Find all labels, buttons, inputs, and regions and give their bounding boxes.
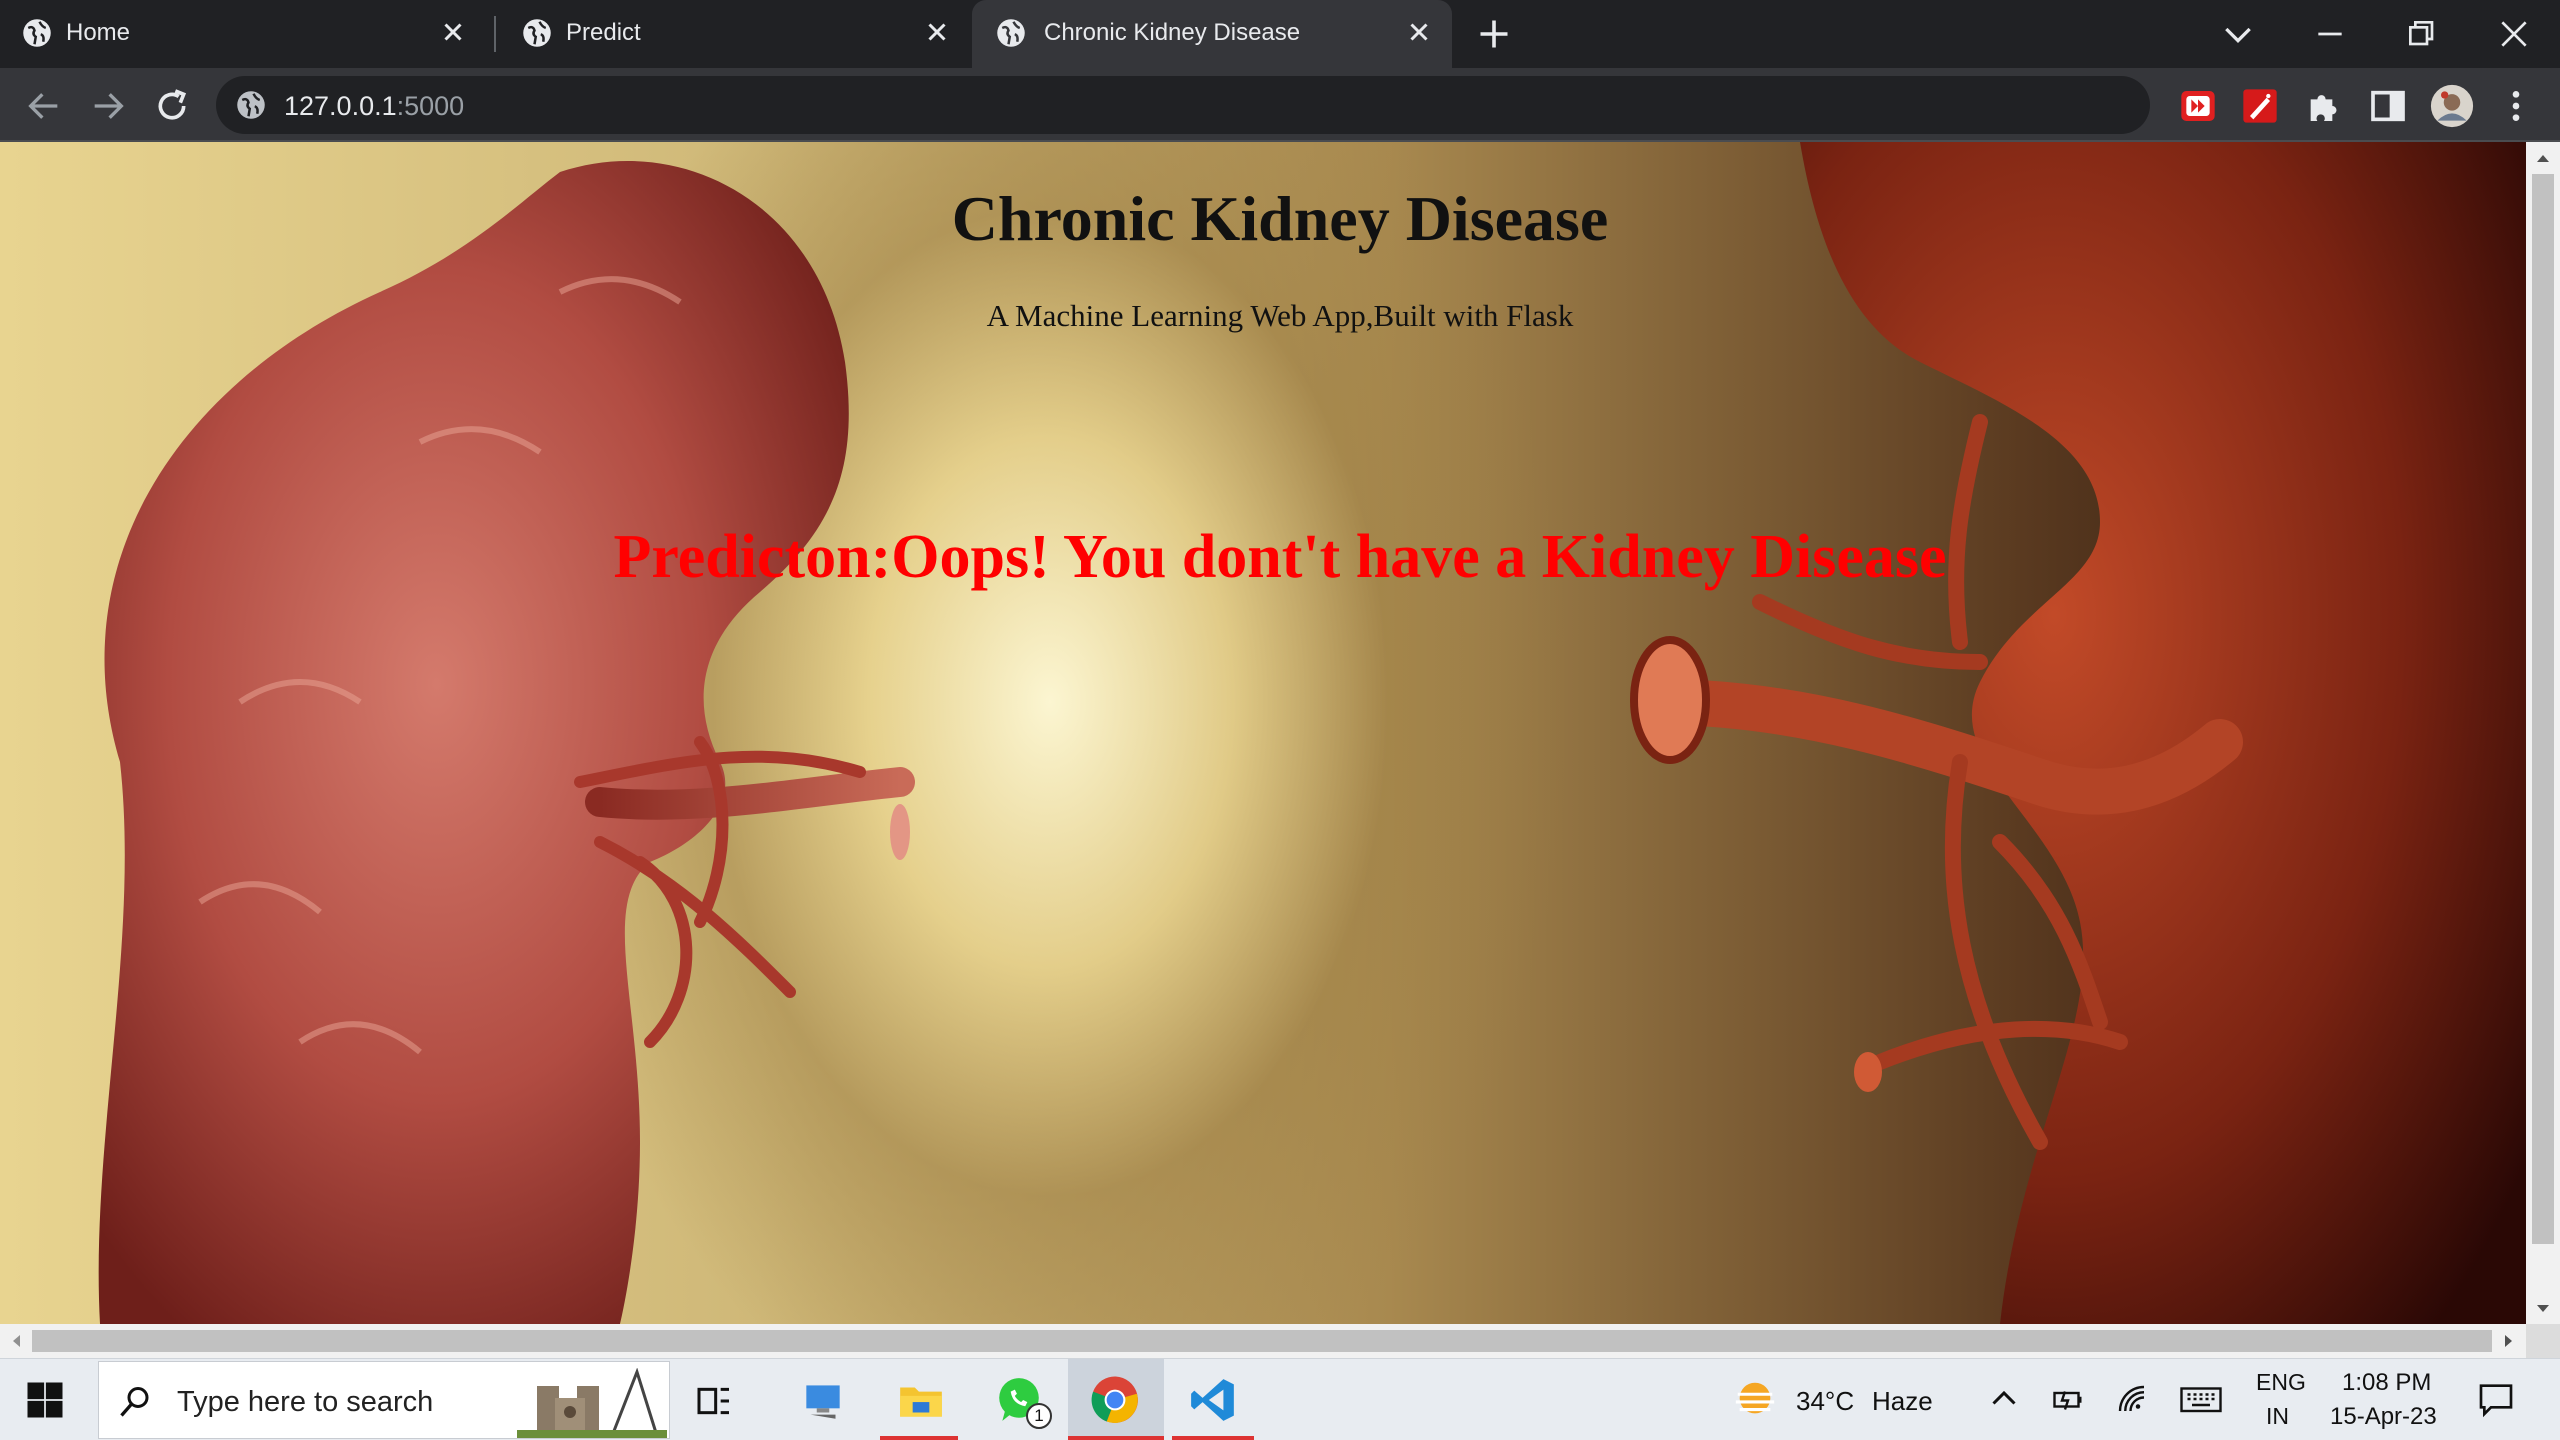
battery-charging-icon[interactable] <box>2050 1381 2086 1417</box>
close-tab-icon[interactable] <box>1404 17 1434 47</box>
wifi-icon[interactable] <box>2114 1381 2150 1417</box>
clock-time[interactable]: 1:08 PM <box>2342 1369 2431 1397</box>
haze-weather-icon[interactable] <box>1732 1377 1778 1423</box>
globe-icon <box>523 19 551 47</box>
show-hidden-icons-chevron-icon[interactable] <box>1986 1381 2022 1417</box>
horizontal-scroll-thumb[interactable] <box>32 1330 2492 1352</box>
scroll-right-arrow-icon[interactable] <box>2496 1329 2520 1353</box>
side-panel-icon[interactable] <box>2368 86 2408 126</box>
input-language-line2[interactable]: IN <box>2266 1403 2289 1430</box>
red-pen-extension-icon[interactable] <box>2240 86 2280 126</box>
page-subtitle: A Machine Learning Web App,Built with Fl… <box>986 298 1574 333</box>
chrome-running-indicator <box>1068 1436 1164 1440</box>
reload-icon[interactable] <box>152 86 192 126</box>
restore-icon[interactable] <box>2402 14 2442 54</box>
windows-start-icon[interactable] <box>24 1379 66 1421</box>
address-bar[interactable]: 127.0.0.1:5000 <box>216 76 2150 134</box>
new-tab-icon[interactable] <box>1476 16 1512 52</box>
vertical-scroll-thumb[interactable] <box>2532 174 2554 1244</box>
horizontal-scrollbar[interactable] <box>0 1324 2526 1358</box>
search-placeholder: Type here to search <box>177 1386 434 1418</box>
prediction-result: Predicton:Oops! You dont't have a Kidney… <box>613 523 1947 591</box>
clock-date[interactable]: 15-Apr-23 <box>2330 1403 2437 1431</box>
forward-arrow-icon[interactable] <box>88 86 128 126</box>
red-forward-extension-icon[interactable] <box>2178 86 2218 126</box>
kebab-menu-icon[interactable] <box>2496 86 2536 126</box>
browser-toolbar: 127.0.0.1:5000 <box>0 68 2560 142</box>
globe-icon <box>23 19 51 47</box>
file-explorer-icon[interactable] <box>896 1375 946 1425</box>
notre-dame-search-highlight-icon <box>517 1368 667 1438</box>
page-viewport: Chronic Kidney Disease A Machine Learnin… <box>0 142 2526 1324</box>
profile-avatar[interactable] <box>2430 84 2474 128</box>
tab-label: Home <box>66 19 131 46</box>
close-tab-icon[interactable] <box>922 17 952 47</box>
scroll-left-arrow-icon[interactable] <box>4 1329 28 1353</box>
back-arrow-icon[interactable] <box>24 86 64 126</box>
chrome-icon[interactable] <box>1090 1375 1140 1425</box>
explorer-running-indicator <box>880 1436 958 1440</box>
windows-taskbar: Type here to search 1 34°C Haze ENG IN 1… <box>0 1358 2560 1440</box>
globe-icon <box>997 19 1025 47</box>
weather-description[interactable]: Haze <box>1872 1386 1933 1417</box>
tab-label: Chronic Kidney Disease <box>1044 19 1301 46</box>
notifications-icon[interactable] <box>2476 1379 2516 1419</box>
touch-keyboard-icon[interactable] <box>2178 1381 2224 1417</box>
tab-separator <box>494 16 496 52</box>
tab-strip: Home Predict Chronic Kidney Disease <box>0 0 2560 68</box>
tab-predict[interactable]: Predict <box>500 0 970 68</box>
this-pc-icon[interactable] <box>798 1375 848 1425</box>
weather-temperature[interactable]: 34°C <box>1796 1386 1854 1417</box>
scroll-down-arrow-icon[interactable] <box>2531 1296 2555 1320</box>
close-tab-icon[interactable] <box>438 17 468 47</box>
whatsapp-unread-badge: 1 <box>1026 1403 1052 1429</box>
input-language-line1[interactable]: ENG <box>2256 1369 2306 1396</box>
search-icon <box>120 1387 149 1417</box>
url-text: 127.0.0.1:5000 <box>284 91 464 122</box>
tab-search-chevron-icon[interactable] <box>2218 14 2258 54</box>
taskbar-search-box[interactable]: Type here to search <box>98 1361 670 1439</box>
page-title: Chronic Kidney Disease <box>951 183 1609 254</box>
scrollbar-corner <box>2526 1324 2560 1358</box>
vertical-scrollbar[interactable] <box>2526 142 2560 1324</box>
tab-chronic-kidney-disease[interactable]: Chronic Kidney Disease <box>972 0 1452 68</box>
url-port: :5000 <box>396 91 465 121</box>
scroll-up-arrow-icon[interactable] <box>2531 146 2555 170</box>
site-info-globe-icon[interactable] <box>236 90 266 120</box>
tab-home[interactable]: Home <box>0 0 486 68</box>
minimize-icon[interactable] <box>2310 14 2350 54</box>
url-host: 127.0.0.1 <box>284 91 397 121</box>
vscode-running-indicator <box>1172 1436 1254 1440</box>
puzzle-icon[interactable] <box>2304 86 2344 126</box>
vscode-icon[interactable] <box>1188 1375 1238 1425</box>
tab-label: Predict <box>566 19 641 46</box>
close-window-icon[interactable] <box>2494 14 2534 54</box>
task-view-icon[interactable] <box>694 1381 734 1421</box>
